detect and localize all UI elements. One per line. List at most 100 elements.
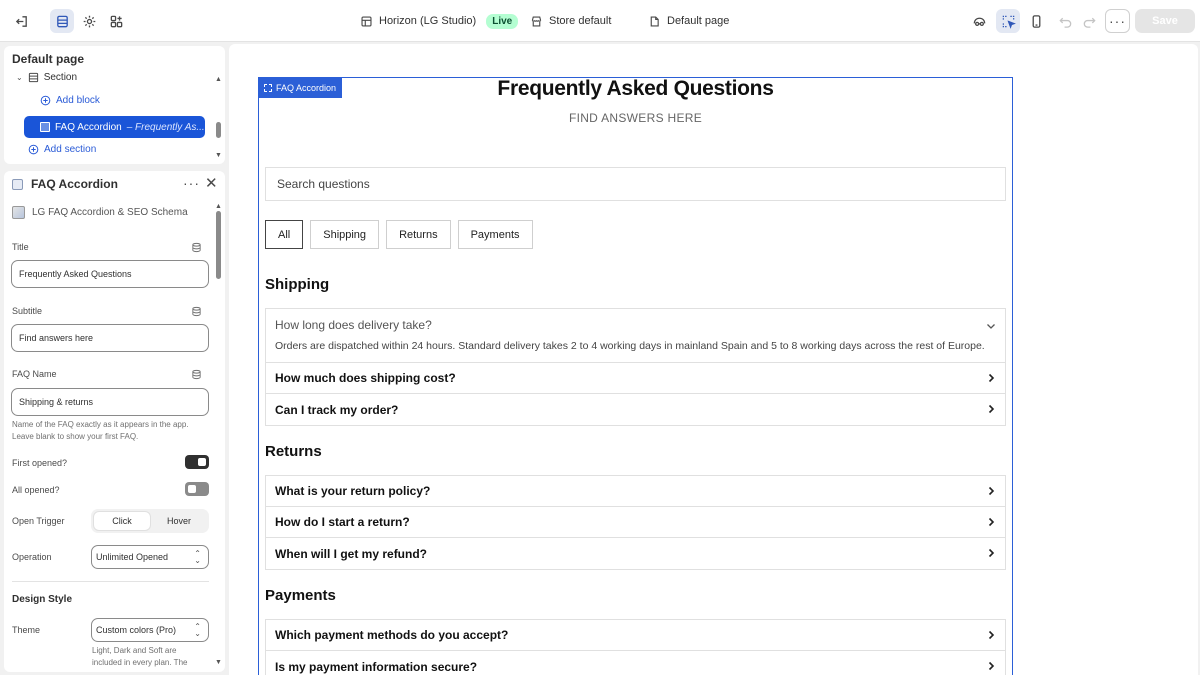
operation-select[interactable]: Unlimited Opened ⌃ ⌄ [91,545,209,569]
faq-answer: Orders are dispatched within 24 hours. S… [275,340,985,352]
exit-icon[interactable] [9,9,33,33]
faq-filter-tabs: All Shipping Returns Payments [265,220,533,249]
faq-subtitle: FIND ANSWERS HERE [568,111,703,125]
theme-help-line: Light, Dark and Soft are [92,646,177,655]
faq-group-payments: Which payment methods do you accept? Is … [265,619,1006,675]
faq-item[interactable]: How do I start a return? [266,507,1005,538]
faq-item[interactable]: Is my payment information secure? [266,651,1005,675]
chevron-updown-icon: ⌃ ⌄ [194,549,201,565]
chevron-right-icon [988,486,995,496]
scroll-up-arrow[interactable]: ▲ [215,203,222,210]
selection-icon [264,83,272,92]
page-selector[interactable]: Default page [648,0,729,42]
scroll-down-arrow[interactable]: ▼ [215,659,222,666]
faq-item[interactable]: How long does delivery take? Orders are … [266,309,1005,363]
add-block-label: Add block [56,95,100,106]
chevron-right-icon [988,630,995,640]
add-block-button[interactable]: Add block [40,95,100,106]
apps-icon[interactable] [104,9,128,33]
dynamic-source-icon[interactable] [191,369,202,380]
selection-tag[interactable]: FAQ Accordion [258,77,343,98]
close-icon[interactable]: ✕ [205,174,218,192]
all-opened-toggle[interactable] [185,482,209,496]
faq-item[interactable]: How much does shipping cost? [266,363,1005,394]
title-input[interactable]: Frequently Asked Questions [11,260,209,288]
add-section-button[interactable]: Add section [28,144,96,155]
theme-help-line: included in every plan. The [92,658,188,667]
faq-question: Is my payment information secure? [275,659,478,674]
category-heading: Payments [265,587,336,604]
settings-header: FAQ Accordion [12,177,118,191]
undo-icon[interactable] [1053,9,1077,33]
toggle-knob [198,458,206,466]
trigger-option-hover[interactable]: Hover [151,511,207,531]
more-options-icon[interactable]: ··· [183,175,200,191]
theme-icon [361,15,372,27]
more-actions-button[interactable]: ··· [1105,9,1130,33]
faq-name-help-line: Leave blank to show your first FAQ. [12,432,139,441]
faq-item[interactable]: Which payment methods do you accept? [266,620,1005,651]
block-icon [12,178,23,190]
page-label: Default page [667,15,730,27]
plus-circle-icon [28,144,39,155]
mobile-icon[interactable] [1024,9,1048,33]
open-trigger-segmented: Click Hover [91,509,209,533]
faq-group-shipping: How long does delivery take? Orders are … [265,308,1006,426]
filter-payments[interactable]: Payments [457,220,533,249]
filter-all[interactable]: All [265,220,304,249]
gear-icon[interactable] [77,9,101,33]
theme-help: Light, Dark and Soft are included in eve… [92,645,207,669]
select-icon[interactable] [996,9,1020,33]
scroll-up-arrow[interactable]: ▲ [215,76,222,83]
faq-question: Which payment methods do you accept? [275,628,509,642]
theme-selector[interactable]: Horizon (LG Studio) Live [360,0,519,42]
sections-icon[interactable] [50,9,74,33]
dynamic-source-icon[interactable] [191,242,202,253]
subtitle-input[interactable]: Find answers here [11,324,209,352]
live-badge: Live [486,13,519,29]
tree-scrollbar[interactable] [216,122,221,138]
trigger-option-click[interactable]: Click [93,511,151,531]
faq-search-input[interactable]: Search questions [265,167,1006,201]
faq-item[interactable]: Can I track my order? [266,394,1005,425]
dynamic-source-icon[interactable] [191,306,202,317]
store-label: Store default [549,15,612,27]
settings-scrollbar[interactable] [216,211,221,279]
block-icon [40,122,50,132]
plus-circle-icon [40,95,51,106]
save-button[interactable]: Save [1135,9,1195,33]
inspector-icon[interactable] [967,9,991,33]
selection-tag-label: FAQ Accordion [276,82,337,93]
chevron-right-icon [988,517,995,527]
theme-select[interactable]: Custom colors (Pro) ⌃ ⌄ [91,618,209,642]
faq-name-input[interactable]: Shipping & returns [11,388,209,416]
chevron-right-icon [988,661,995,671]
page-icon [650,15,659,27]
store-selector[interactable]: Store default [530,0,611,42]
all-opened-label: All opened? [12,485,60,495]
settings-title: FAQ Accordion [31,177,118,191]
app-source[interactable]: LG FAQ Accordion & SEO Schema [12,206,188,219]
faq-item[interactable]: When will I get my refund? [266,538,1005,569]
chevron-down-icon[interactable]: ⌄ [16,73,23,82]
scroll-down-arrow[interactable]: ▼ [215,152,222,159]
toggle-knob [188,485,196,493]
first-opened-toggle[interactable] [185,455,209,469]
category-heading: Shipping [265,276,330,293]
tree-faq-accordion-block[interactable]: FAQ Accordion – Frequently As... [24,116,205,138]
faq-name-help-line: Name of the FAQ exactly as it appears in… [12,420,189,429]
theme-name: Horizon (LG Studio) [379,15,477,27]
filter-shipping[interactable]: Shipping [310,220,380,249]
faq-question: What is your return policy? [275,484,431,498]
store-icon [531,15,542,27]
operation-label: Operation [12,552,52,562]
chevron-down-icon [987,324,995,329]
block-settings-panel: FAQ Accordion ··· ✕ LG FAQ Accordion & S… [4,171,225,672]
redo-icon[interactable] [1077,9,1101,33]
faq-item[interactable]: What is your return policy? [266,476,1005,507]
filter-returns[interactable]: Returns [386,220,451,249]
tree-section-row[interactable]: ⌄ Section [16,72,77,83]
app-logo-icon [12,206,25,219]
operation-value: Unlimited Opened [96,552,169,562]
title-label: Title [12,242,29,252]
